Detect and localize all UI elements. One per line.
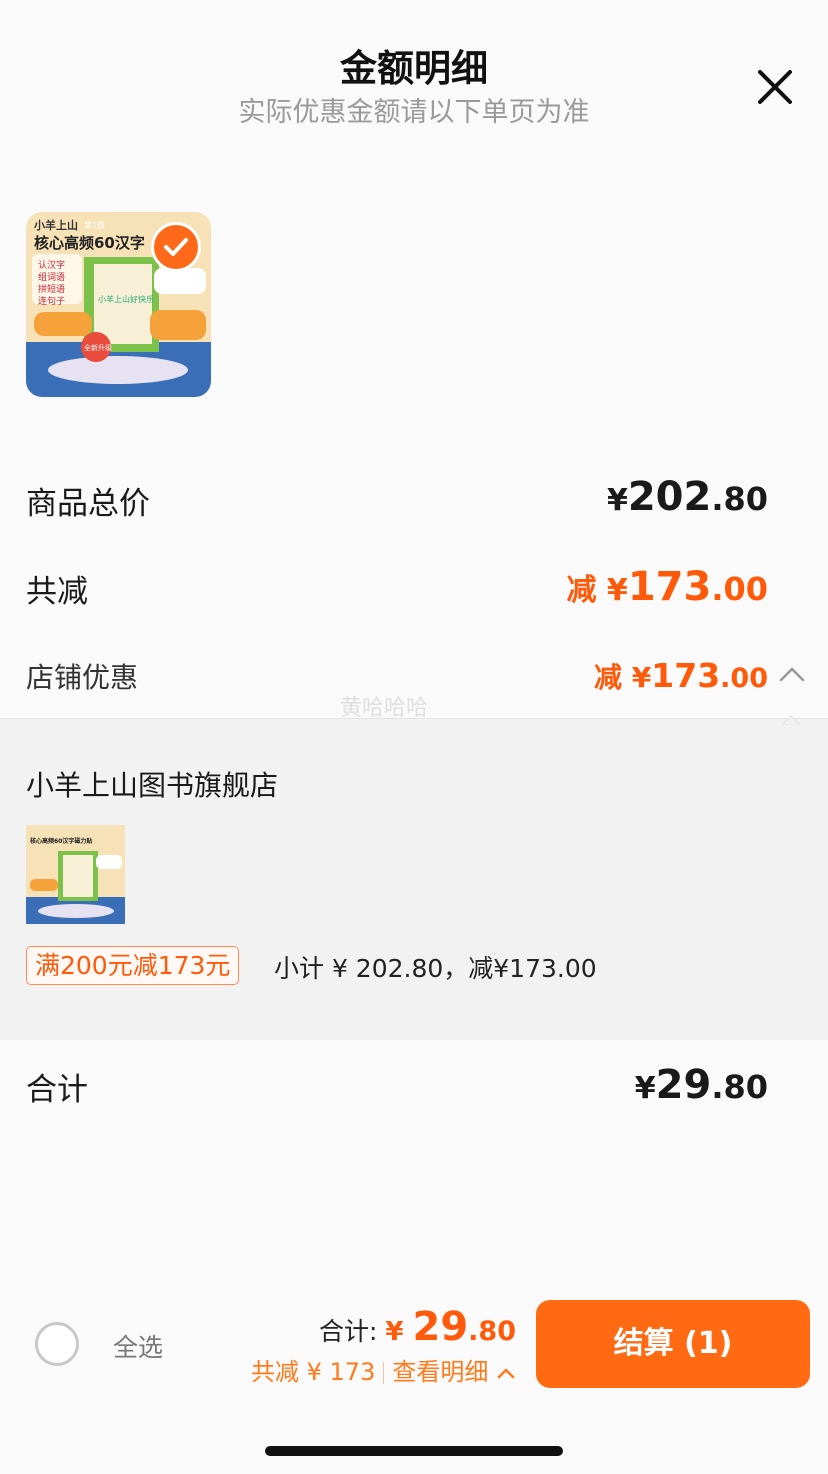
promo-tag: 满200元减173元 xyxy=(26,946,240,985)
home-indicator[interactable] xyxy=(265,1446,563,1456)
close-button[interactable] xyxy=(750,62,800,112)
cover-bullet: 连句子 xyxy=(38,295,65,307)
shop-subtotal: 小计 ¥ 202.80，减¥173.00 xyxy=(274,954,597,983)
amount-decimal: .00 xyxy=(720,663,768,694)
cover-title: 核心高频60汉字 xyxy=(34,234,145,252)
cover-box-text: 小羊上山好快乐 xyxy=(98,294,154,304)
currency-symbol: ¥ xyxy=(634,1071,656,1106)
shop-discount-value[interactable]: 减 ¥173.00 xyxy=(594,656,768,696)
product-selected-checkbox[interactable] xyxy=(151,222,201,272)
amount-integer: 173 xyxy=(651,656,721,695)
panel-pointer xyxy=(780,710,802,729)
amount-decimal: .80 xyxy=(711,480,768,518)
shop-name: 小羊上山图书旗舰店 xyxy=(26,769,279,802)
cover-top-text: 小羊上山 xyxy=(33,218,78,232)
select-all-label[interactable]: 全选 xyxy=(113,1328,163,1364)
cover-bullet: 认汉字 xyxy=(38,259,65,271)
collapse-toggle[interactable] xyxy=(778,662,806,690)
product-thumbnail: 核心高频60汉字磁力贴 xyxy=(26,825,125,924)
discount-prefix: 减 ¥ xyxy=(594,661,652,694)
thumbnail-title: 核心高频60汉字磁力贴 xyxy=(30,837,92,845)
checkout-button[interactable]: 结算 (1) xyxy=(536,1300,810,1388)
amount-integer: 29 xyxy=(655,1062,712,1108)
bottom-total-label: 合计: xyxy=(318,1317,386,1346)
watermark: 黄哈哈哈 xyxy=(340,696,429,721)
discount-prefix: 减 ¥ xyxy=(566,573,628,608)
grand-total-label: 合计 xyxy=(26,1072,88,1108)
currency-symbol: ¥ xyxy=(606,483,628,518)
check-icon xyxy=(164,238,188,256)
divider xyxy=(383,1362,385,1384)
select-all-checkbox[interactable] xyxy=(35,1322,79,1366)
total-discount-label: 共减 xyxy=(26,574,88,610)
goods-total-value: ¥202.80 xyxy=(607,474,768,520)
shop-discount-label: 店铺优惠 xyxy=(26,661,139,694)
chevron-up-icon xyxy=(779,667,805,682)
currency-symbol: ¥ xyxy=(385,1317,413,1347)
cover-bullet: 拼短语 xyxy=(38,283,65,295)
view-detail-link[interactable]: 查看明细 xyxy=(392,1358,488,1386)
amount-decimal: .80 xyxy=(468,1316,516,1347)
goods-total-label: 商品总价 xyxy=(26,486,150,522)
cover-badge: 第1级 xyxy=(84,220,105,230)
page-title: 金额明细 xyxy=(340,47,488,90)
cover-bullet: 组词语 xyxy=(38,271,65,283)
amount-decimal: .00 xyxy=(711,570,768,608)
bottom-total: 合计: ¥ 29.80 xyxy=(319,1304,516,1350)
amount-integer: 29 xyxy=(412,1304,469,1350)
bottom-discount-text: 共减 ¥ 173 xyxy=(251,1358,376,1386)
amount-integer: 202 xyxy=(627,474,712,520)
total-discount-value: 减 ¥173.00 xyxy=(566,564,768,610)
page-subtitle: 实际优惠金额请以下单页为准 xyxy=(238,97,590,128)
chevron-up-icon[interactable] xyxy=(496,1365,516,1381)
amount-integer: 173 xyxy=(627,564,712,610)
amount-decimal: .80 xyxy=(711,1068,768,1106)
close-icon xyxy=(758,70,792,104)
bottom-discount-line[interactable]: 共减 ¥ 173 查看明细 xyxy=(251,1352,516,1387)
grand-total-value: ¥29.80 xyxy=(635,1062,768,1108)
cover-new-badge: 全新升级 xyxy=(84,343,112,352)
